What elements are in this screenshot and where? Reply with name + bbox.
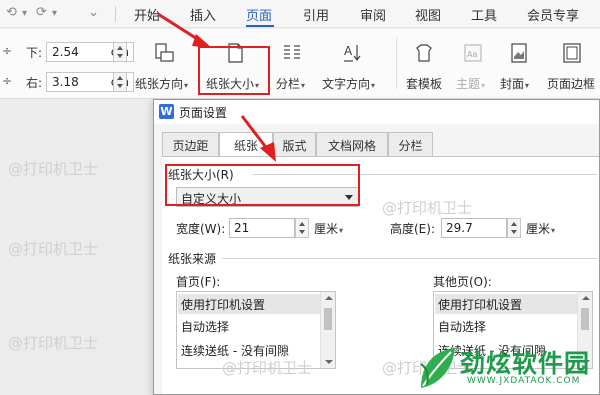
height-label: 高度(E): bbox=[390, 222, 435, 236]
page-border-icon[interactable] bbox=[561, 42, 583, 64]
menu-item-page[interactable]: 页面 bbox=[246, 5, 272, 24]
undo-dropdown-icon[interactable]: ▾ bbox=[52, 8, 57, 19]
menu-item-references[interactable]: 引用 bbox=[303, 5, 329, 24]
dialog-title: 页面设置 bbox=[179, 106, 228, 120]
theme-icon: Aa bbox=[464, 44, 482, 62]
margin-right-spinner[interactable] bbox=[113, 72, 127, 92]
watermark-text: @打印机卫士 bbox=[8, 334, 99, 352]
height-input[interactable]: 29.7 bbox=[441, 218, 507, 238]
leaf-logo-icon bbox=[420, 348, 455, 388]
paper-source-section-label: 纸张来源 bbox=[168, 252, 217, 266]
ribbon: ÷ ÷ 下: 2.54 cm 右: 3.18 cm 纸张方向▾ 纸张大小▾ 分栏… bbox=[0, 29, 600, 99]
scroll-up-icon[interactable] bbox=[325, 296, 333, 300]
undo-icon[interactable]: ⟳ bbox=[36, 5, 47, 20]
tab-margins[interactable]: 页边距 bbox=[162, 132, 219, 156]
scroll-down-icon[interactable] bbox=[325, 360, 333, 364]
text-direction-icon[interactable]: A bbox=[341, 42, 363, 64]
margin-right-label: 右: bbox=[26, 76, 43, 90]
list-item[interactable]: 自动选择 bbox=[181, 318, 229, 335]
watermark-text: @打印机卫士 bbox=[8, 240, 99, 258]
watermark-text: @打印机卫士 bbox=[8, 160, 99, 178]
columns-label: 分栏 bbox=[276, 77, 301, 91]
wps-logo-icon: W bbox=[159, 104, 174, 119]
height-unit-dropdown[interactable]: 厘米▾ bbox=[526, 220, 555, 237]
template-icon[interactable] bbox=[413, 42, 435, 64]
pointer-arrow-icon bbox=[240, 115, 276, 162]
width-input[interactable]: 21 bbox=[229, 218, 295, 238]
margin-right-value: 3.18 bbox=[52, 75, 79, 89]
template-button[interactable]: 套模板 bbox=[406, 75, 442, 92]
height-spinner[interactable] bbox=[507, 218, 521, 238]
dialog-titlebar[interactable]: W 页面设置 bbox=[154, 100, 599, 124]
margin-bottom-label: 下: bbox=[26, 46, 43, 60]
menu-divider bbox=[115, 6, 116, 22]
listbox-scrollbar[interactable] bbox=[320, 292, 335, 368]
height-unit: 厘米 bbox=[526, 222, 551, 236]
page-border-button[interactable]: 页面边框 bbox=[547, 75, 595, 92]
cover-label: 封面 bbox=[500, 77, 525, 91]
list-item[interactable]: 使用打印机设置 bbox=[178, 294, 321, 314]
theme-label: 主题 bbox=[456, 77, 481, 91]
columns-button[interactable]: 分栏▾ bbox=[276, 75, 305, 92]
ribbon-divider bbox=[396, 37, 397, 89]
menu-item-view[interactable]: 视图 bbox=[415, 5, 441, 24]
menu-bar: ⟲ ▾ ⟳ ▾ ⌄ 开始 插入 页面 引用 审阅 视图 工具 会员专享 bbox=[0, 0, 600, 28]
svg-text:A: A bbox=[344, 44, 353, 58]
tab-columns[interactable]: 分栏 bbox=[388, 132, 433, 156]
first-page-label: 首页(F): bbox=[176, 275, 221, 289]
menu-item-review[interactable]: 审阅 bbox=[360, 5, 386, 24]
margin-bottom-value: 2.54 bbox=[52, 45, 79, 59]
other-pages-label: 其他页(O): bbox=[433, 275, 492, 289]
list-item[interactable]: 自动选择 bbox=[438, 318, 486, 335]
scrollbar-thumb[interactable] bbox=[324, 308, 332, 330]
text-direction-label: 文字方向 bbox=[322, 77, 371, 91]
tab-document-grid[interactable]: 文档网格 bbox=[316, 132, 388, 156]
width-unit-dropdown[interactable]: 厘米▾ bbox=[314, 220, 343, 237]
menu-item-tools[interactable]: 工具 bbox=[471, 5, 497, 24]
menu-item-member[interactable]: 会员专享 bbox=[527, 5, 579, 24]
theme-button: 主题▾ bbox=[456, 77, 486, 91]
pointer-arrow-icon bbox=[157, 12, 212, 48]
brand-url: WWW.JXDATAOK.COM bbox=[467, 376, 581, 386]
redo-icon[interactable]: ⟲ bbox=[6, 5, 17, 20]
width-spinner[interactable] bbox=[295, 218, 309, 238]
active-menu-indicator bbox=[246, 25, 274, 27]
watermark-text: @打印机卫士 bbox=[222, 359, 313, 377]
cover-button[interactable]: 封面▾ bbox=[500, 75, 529, 92]
width-unit: 厘米 bbox=[314, 222, 339, 236]
scroll-up-icon[interactable] bbox=[582, 296, 590, 300]
redo-dropdown-icon[interactable]: ▾ bbox=[22, 8, 27, 19]
svg-text:Aa: Aa bbox=[467, 50, 477, 59]
section-divider bbox=[222, 258, 597, 259]
page-orientation-label: 纸张方向 bbox=[135, 77, 184, 91]
margin-top-stepper-icon[interactable]: ÷ bbox=[2, 44, 12, 58]
text-direction-button[interactable]: 文字方向▾ bbox=[322, 75, 375, 92]
quick-access-dropdown-icon[interactable]: ⌄ bbox=[88, 5, 99, 20]
watermark-text: @打印机卫士 bbox=[382, 199, 473, 217]
brand-name: 劲炫软件园 bbox=[460, 349, 591, 378]
columns-icon[interactable] bbox=[281, 42, 303, 64]
margin-bottom-spinner[interactable] bbox=[113, 42, 127, 62]
page-orientation-button[interactable]: 纸张方向▾ bbox=[135, 75, 188, 92]
list-item[interactable]: 使用打印机设置 bbox=[435, 294, 578, 314]
margin-left-stepper-icon[interactable]: ÷ bbox=[2, 74, 12, 88]
scrollbar-thumb[interactable] bbox=[581, 308, 589, 330]
site-logo: 劲炫软件园 WWW.JXDATAOK.COM bbox=[405, 342, 600, 395]
highlight-paper-size-select bbox=[165, 164, 360, 206]
cover-icon[interactable] bbox=[508, 42, 530, 64]
width-label: 宽度(W): bbox=[176, 222, 226, 236]
